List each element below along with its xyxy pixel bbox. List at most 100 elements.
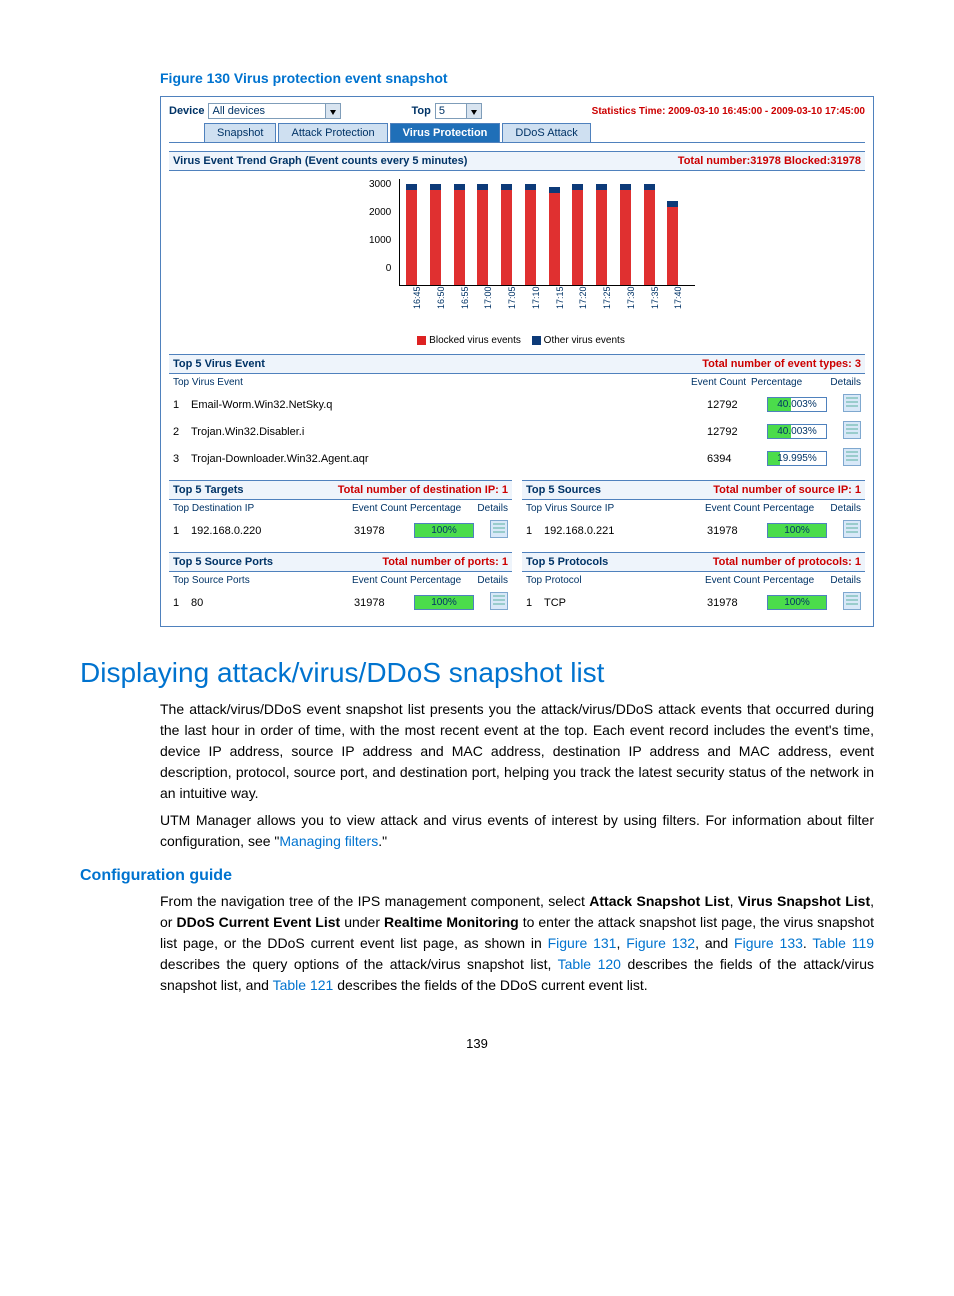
legend-label-blocked: Blocked virus events [429,335,521,346]
details-icon[interactable] [843,448,861,466]
x-tick: 17:25 [602,279,612,309]
col-event-count: Event Count [352,575,410,586]
top5-sources-sub: Top Virus Source IP [526,503,705,514]
x-tick: 17:10 [531,279,541,309]
link-figure-132[interactable]: Figure 132 [626,935,695,951]
text: describes the fields of the DDoS current… [333,977,647,993]
top-select[interactable]: 5 [435,103,482,119]
row-percentage: 19.995% [767,451,837,466]
device-select-value: All devices [212,105,265,117]
x-tick: 16:55 [460,279,470,309]
text: describes the query options of the attac… [160,956,558,972]
row-name: TCP [544,597,707,609]
row-count: 31978 [707,525,767,537]
tab-snapshot[interactable]: Snapshot [204,123,276,142]
link-managing-filters[interactable]: Managing filters [279,833,378,849]
col-details: Details [472,503,508,514]
device-select[interactable]: All devices [208,103,341,119]
col-percentage: Percentage [763,503,825,514]
chart-bar: 17:05 [501,184,512,285]
virus-snapshot-panel: Device All devices Top 5 Statistics Time… [160,96,874,627]
statistics-time: Statistics Time: 2009-03-10 16:45:00 - 2… [592,106,865,117]
table-row: 1Email-Worm.Win32.NetSky.q1279240.003% [169,391,865,418]
link-table-121[interactable]: Table 121 [273,977,334,993]
col-percentage: Percentage [410,503,472,514]
text-bold: Virus Snapshot List [738,893,870,909]
row-percentage: 100% [414,523,484,538]
col-percentage: Percentage [763,575,825,586]
link-figure-131[interactable]: Figure 131 [548,935,617,951]
text-bold: Realtime Monitoring [384,914,519,930]
text-bold: DDoS Current Event List [176,914,340,930]
chevron-down-icon [325,104,340,118]
x-tick: 16:45 [412,279,422,309]
paragraph: The attack/virus/DDoS event snapshot lis… [160,699,874,804]
text: . [803,935,812,951]
details-icon[interactable] [843,394,861,412]
paragraph: UTM Manager allows you to view attack an… [160,810,874,852]
tab-ddos-attack[interactable]: DDoS Attack [502,123,590,142]
details-icon[interactable] [843,520,861,538]
chart-bar: 17:00 [477,184,488,285]
details-icon[interactable] [843,592,861,610]
heading-configuration-guide: Configuration guide [80,867,874,885]
rank: 3 [173,453,191,465]
rank: 1 [526,525,544,537]
table-row: 1192.168.0.22131978100% [522,517,865,544]
tab-virus-protection[interactable]: Virus Protection [390,123,501,142]
text: , [616,935,626,951]
x-tick: 17:35 [650,279,660,309]
top5-virus-total: Total number of event types: 3 [702,358,861,370]
text: , [730,893,738,909]
row-percentage: 40.003% [767,397,837,412]
col-details: Details [825,503,861,514]
table-row: 1TCP31978100% [522,589,865,616]
row-name: 192.168.0.220 [191,525,354,537]
col-event-count: Event Count [705,575,763,586]
top5-virus-subtitle: Top Virus Event [173,377,691,388]
col-event-count: Event Count [705,503,763,514]
top5-targets-header: Top 5 Targets [173,484,244,496]
details-icon[interactable] [843,421,861,439]
link-table-120[interactable]: Table 120 [558,956,621,972]
table-row: 1192.168.0.22031978100% [169,517,512,544]
col-details: Details [472,575,508,586]
row-percentage: 100% [414,595,484,610]
x-tick: 17:30 [626,279,636,309]
chevron-down-icon [466,104,481,118]
row-name: 192.168.0.221 [544,525,707,537]
text: UTM Manager allows you to view attack an… [160,812,874,849]
row-percentage: 100% [767,595,837,610]
rank: 1 [173,525,191,537]
table-row: 18031978100% [169,589,512,616]
top5-targets-sub: Top Destination IP [173,503,352,514]
row-name: 80 [191,597,354,609]
row-count: 31978 [354,525,414,537]
top5-sources-header: Top 5 Sources [526,484,601,496]
legend-swatch-other [532,336,541,345]
table-row: 2Trojan.Win32.Disabler.i1279240.003% [169,418,865,445]
chart-bar: 17:10 [525,184,536,285]
col-percentage: Percentage [410,575,472,586]
table-row: 3Trojan-Downloader.Win32.Agent.aqr639419… [169,445,865,472]
y-tick: 3000 [369,179,391,207]
text: From the navigation tree of the IPS mana… [160,893,589,909]
tab-attack-protection[interactable]: Attack Protection [278,123,387,142]
top5-targets-total: Total number of destination IP: 1 [338,484,508,496]
link-figure-133[interactable]: Figure 133 [734,935,803,951]
y-tick: 0 [369,263,391,291]
details-icon[interactable] [490,520,508,538]
figure-caption: Figure 130 Virus protection event snapsh… [160,70,874,86]
chart-bar: 17:25 [596,184,607,285]
row-name: Email-Worm.Win32.NetSky.q [191,399,707,411]
x-tick: 17:05 [507,279,517,309]
trend-title: Virus Event Trend Graph (Event counts ev… [173,155,467,167]
chart-legend: Blocked virus events Other virus events [169,335,865,346]
details-icon[interactable] [490,592,508,610]
x-tick: 17:00 [483,279,493,309]
link-table-119[interactable]: Table 119 [812,935,874,951]
top5-virus-header: Top 5 Virus Event [173,358,265,370]
legend-swatch-blocked [417,336,426,345]
trend-total: Total number:31978 Blocked:31978 [678,155,861,167]
rank: 1 [173,399,191,411]
